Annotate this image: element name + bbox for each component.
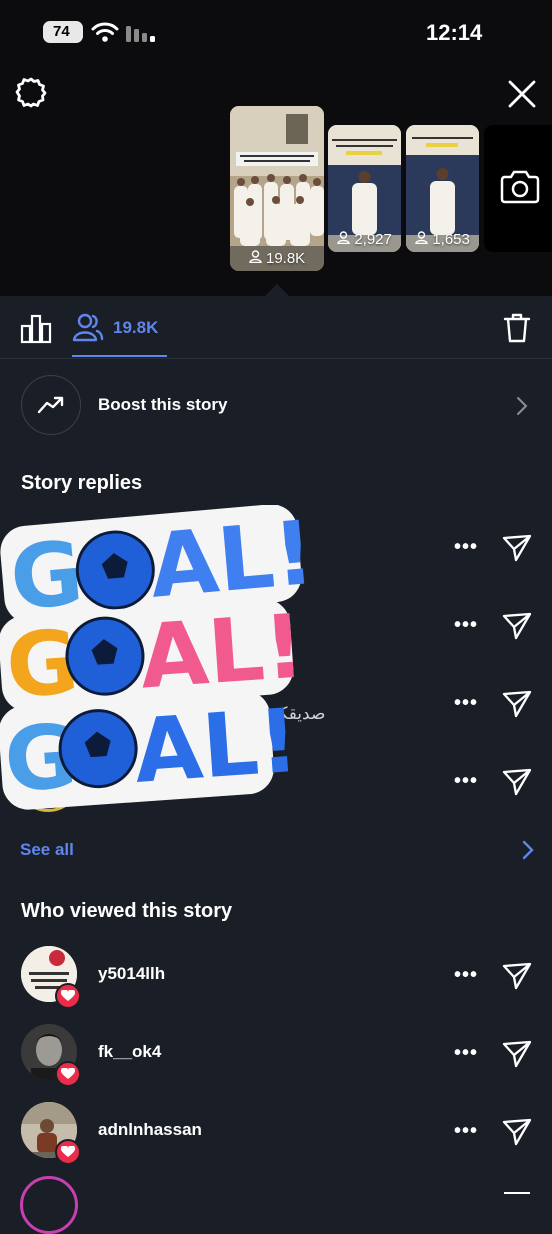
see-all-replies-link[interactable]: See all <box>20 840 74 860</box>
svg-text:AL!: AL! <box>131 689 302 803</box>
like-heart-icon <box>55 1139 81 1165</box>
chevron-right-icon[interactable] <box>522 840 534 860</box>
story-thumbnail-current[interactable]: 19.8K <box>230 106 324 271</box>
story-viewer-count-text: 1,653 <box>432 231 470 248</box>
avatar[interactable] <box>20 1176 78 1234</box>
tab-active-underline <box>72 355 167 357</box>
more-options-icon[interactable]: ••• <box>454 964 478 987</box>
send-icon[interactable] <box>502 611 532 641</box>
story-viewer-count-text: 19.8K <box>265 250 306 267</box>
boost-icon-container[interactable] <box>21 375 81 435</box>
more-options-icon[interactable]: ••• <box>454 536 478 559</box>
bar-chart-icon[interactable] <box>20 312 52 344</box>
story-replies-title: Story replies <box>21 472 143 494</box>
more-options-icon[interactable]: ••• <box>454 1120 478 1143</box>
settings-gear-icon[interactable] <box>15 76 47 108</box>
goal-sticker: G AL! <box>0 689 302 812</box>
cellular-signal-icon <box>126 26 155 42</box>
more-options-icon[interactable]: ••• <box>454 692 478 715</box>
story-thumbnail[interactable]: 2,927 <box>328 125 401 252</box>
story-viewer-count: 19.8K <box>230 250 324 267</box>
battery-level: 74 <box>53 23 70 40</box>
add-story-camera-button[interactable] <box>484 125 552 252</box>
tab-viewers-count[interactable]: 19.8K <box>113 318 158 338</box>
trash-icon[interactable] <box>503 313 531 343</box>
like-heart-icon <box>55 983 81 1009</box>
viewer-username[interactable]: y5014llh <box>98 964 165 984</box>
like-heart-icon <box>55 1061 81 1087</box>
boost-story-button[interactable]: Boost this story <box>98 395 227 415</box>
viewer-username[interactable]: adnlnhassan <box>98 1120 202 1140</box>
story-viewer-count-text: 2,927 <box>354 231 392 248</box>
send-icon[interactable] <box>502 961 532 991</box>
viewers-tab-icon[interactable] <box>72 312 104 344</box>
story-viewer-count: 1,653 <box>406 231 479 248</box>
wifi-icon <box>91 22 119 42</box>
viewer-username[interactable]: fk__ok4 <box>98 1042 161 1062</box>
story-viewer-count: 2,927 <box>328 231 401 248</box>
more-options-icon[interactable]: ••• <box>454 1042 478 1065</box>
more-options-icon[interactable]: ••• <box>454 614 478 637</box>
camera-icon <box>500 170 540 204</box>
send-icon[interactable] <box>502 533 532 563</box>
trending-up-icon <box>37 396 64 414</box>
more-options-icon[interactable]: ••• <box>454 770 478 793</box>
viewers-icon <box>415 231 428 245</box>
send-icon[interactable] <box>502 1117 532 1147</box>
battery-indicator: 74 <box>43 21 83 43</box>
group-photo-image <box>230 106 324 271</box>
status-time: 12:14 <box>426 20 483 45</box>
send-icon[interactable] <box>504 1192 530 1200</box>
story-thumbnail[interactable]: 1,653 <box>406 125 479 252</box>
goal-sticker-stack: G AL! G AL! G AL! <box>0 505 310 812</box>
send-icon[interactable] <box>502 767 532 797</box>
close-icon[interactable] <box>506 78 538 110</box>
viewers-icon <box>337 231 350 245</box>
send-icon[interactable] <box>502 689 532 719</box>
send-icon[interactable] <box>502 1039 532 1069</box>
chevron-right-icon[interactable] <box>516 396 528 416</box>
viewers-icon <box>249 250 262 264</box>
who-viewed-title: Who viewed this story <box>21 900 233 922</box>
